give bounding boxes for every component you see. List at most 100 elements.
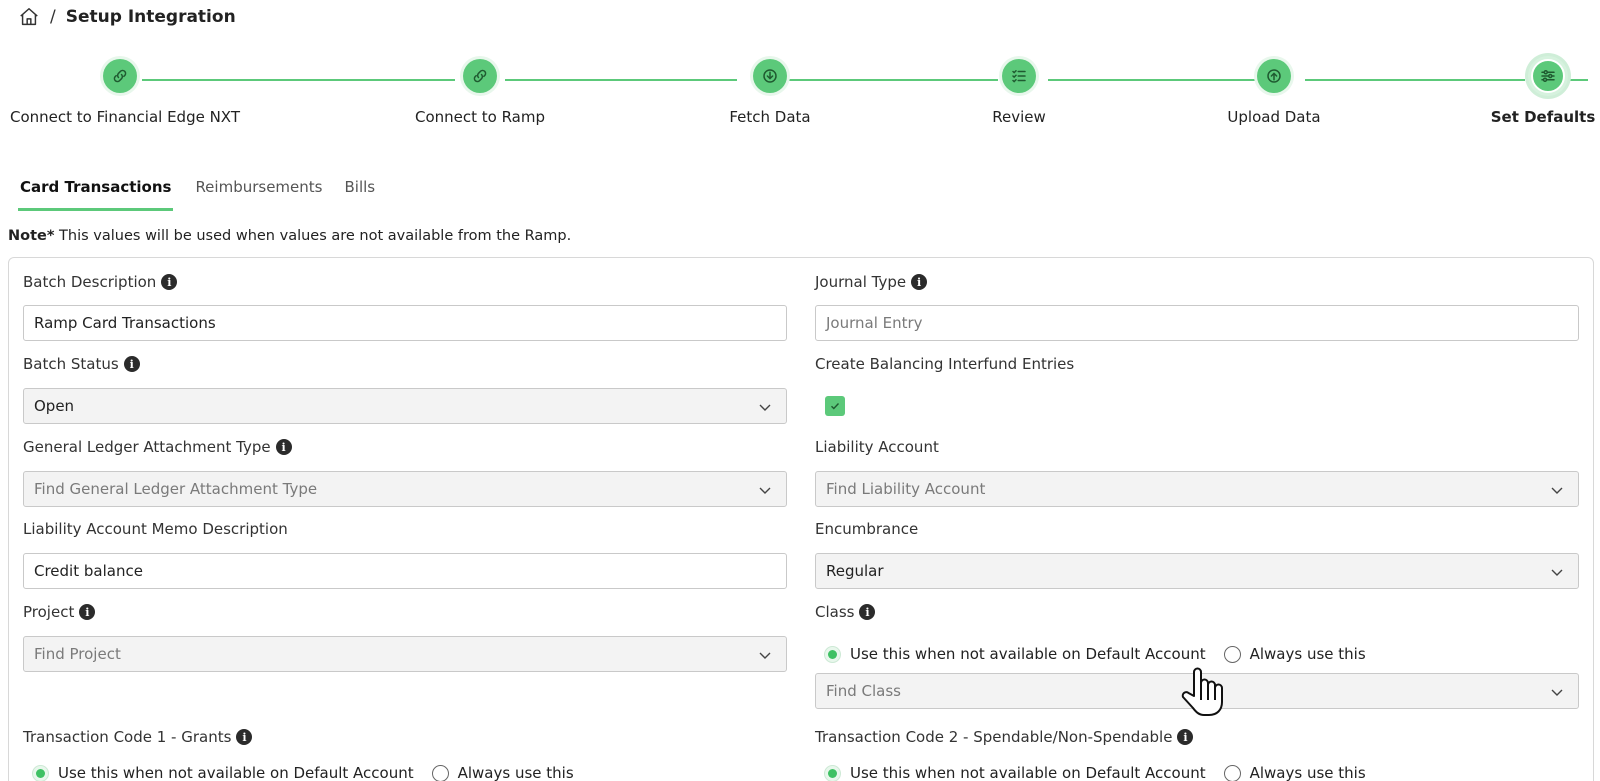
select-placeholder: Find Project bbox=[34, 645, 121, 663]
transaction-code-2-label: Transaction Code 2 - Spendable/Non-Spend… bbox=[815, 728, 1194, 746]
link-icon bbox=[103, 59, 137, 93]
step-upload-data[interactable]: Upload Data bbox=[1164, 56, 1384, 126]
class-label: Class i bbox=[815, 603, 876, 621]
select-placeholder: Find Class bbox=[826, 682, 901, 700]
label-text: Liability Account Memo Description bbox=[23, 520, 288, 538]
step-label: Set Defaults bbox=[1490, 108, 1596, 126]
chevron-down-icon bbox=[759, 487, 771, 494]
encumbrance-select[interactable]: Regular bbox=[815, 553, 1579, 589]
label-text: Encumbrance bbox=[815, 520, 919, 538]
info-icon[interactable]: i bbox=[911, 274, 928, 290]
note-prefix: Note* bbox=[8, 228, 55, 244]
step-label: Upload Data bbox=[1227, 108, 1321, 126]
breadcrumb-separator: / bbox=[50, 7, 56, 27]
transaction-code-2-options: Use this when not available on Default A… bbox=[824, 764, 1366, 781]
radio-label: Always use this bbox=[457, 764, 574, 781]
journal-type-input[interactable]: Journal Entry bbox=[815, 305, 1579, 341]
step-fetch-data[interactable]: Fetch Data bbox=[660, 56, 880, 126]
label-text: Batch Description bbox=[23, 273, 157, 291]
step-review[interactable]: Review bbox=[909, 56, 1129, 126]
radio-default-account[interactable] bbox=[824, 764, 841, 781]
info-icon[interactable]: i bbox=[236, 729, 253, 745]
input-value: Ramp Card Transactions bbox=[34, 314, 216, 332]
step-label: Fetch Data bbox=[729, 108, 811, 126]
label-text: General Ledger Attachment Type bbox=[23, 438, 271, 456]
radio-always-use[interactable] bbox=[431, 764, 449, 781]
project-select[interactable]: Find Project bbox=[23, 636, 787, 672]
download-icon bbox=[753, 59, 787, 93]
select-value: Open bbox=[34, 397, 75, 415]
radio-default-account[interactable] bbox=[824, 645, 841, 663]
step-connect-financial-edge[interactable]: Connect to Financial Edge NXT bbox=[10, 56, 240, 126]
tab-bar: Card Transactions Reimbursements Bills bbox=[18, 178, 375, 211]
info-icon[interactable]: i bbox=[859, 604, 876, 620]
liability-account-select[interactable]: Find Liability Account bbox=[815, 471, 1579, 507]
encumbrance-label: Encumbrance bbox=[815, 520, 918, 538]
create-balancing-checkbox[interactable] bbox=[825, 396, 845, 416]
project-label: Project i bbox=[23, 603, 96, 621]
batch-description-input[interactable]: Ramp Card Transactions bbox=[23, 305, 787, 341]
label-text: Create Balancing Interfund Entries bbox=[815, 355, 1075, 373]
label-text: Transaction Code 2 - Spendable/Non-Spend… bbox=[815, 728, 1173, 746]
transaction-code-1-label: Transaction Code 1 - Grants i bbox=[23, 728, 253, 746]
label-text: Journal Type bbox=[815, 273, 907, 291]
hand-cursor-icon bbox=[1181, 667, 1223, 716]
transaction-code-1-options: Use this when not available on Default A… bbox=[32, 764, 574, 781]
checklist-icon bbox=[1002, 59, 1036, 93]
breadcrumb: / Setup Integration bbox=[18, 5, 236, 29]
batch-description-label: Batch Description i bbox=[23, 273, 178, 291]
info-icon[interactable]: i bbox=[1177, 729, 1194, 745]
create-balancing-label: Create Balancing Interfund Entries bbox=[815, 355, 1074, 373]
home-icon[interactable] bbox=[18, 6, 40, 28]
step-label: Connect to Financial Edge NXT bbox=[10, 108, 240, 126]
radio-label: Use this when not available on Default A… bbox=[58, 764, 414, 781]
liability-memo-label: Liability Account Memo Description bbox=[23, 520, 288, 538]
radio-label: Use this when not available on Default A… bbox=[850, 764, 1206, 781]
step-connect-ramp[interactable]: Connect to Ramp bbox=[370, 56, 590, 126]
note-text: This values will be used when values are… bbox=[54, 228, 572, 244]
label-text: Batch Status bbox=[23, 355, 119, 373]
label-text: Class bbox=[815, 603, 855, 621]
step-set-defaults[interactable]: Set Defaults bbox=[1438, 56, 1600, 126]
page-title: Setup Integration bbox=[65, 7, 236, 27]
label-text: Transaction Code 1 - Grants bbox=[23, 728, 232, 746]
chevron-down-icon bbox=[759, 404, 771, 411]
tab-reimbursements[interactable]: Reimbursements bbox=[195, 178, 322, 211]
checkmark-icon bbox=[831, 403, 840, 410]
select-placeholder: Find Liability Account bbox=[826, 480, 986, 498]
chevron-down-icon bbox=[1551, 487, 1563, 494]
chevron-down-icon bbox=[1551, 689, 1563, 696]
select-placeholder: Find General Ledger Attachment Type bbox=[34, 480, 318, 498]
radio-label: Always use this bbox=[1249, 764, 1366, 781]
step-label: Connect to Ramp bbox=[414, 108, 546, 126]
select-value: Regular bbox=[826, 562, 884, 580]
gl-attachment-type-label: General Ledger Attachment Type i bbox=[23, 438, 292, 456]
progress-stepper: Connect to Financial Edge NXT Connect to… bbox=[0, 56, 1600, 146]
gl-attachment-type-select[interactable]: Find General Ledger Attachment Type bbox=[23, 471, 787, 507]
class-options: Use this when not available on Default A… bbox=[824, 645, 1366, 663]
label-text: Liability Account bbox=[815, 438, 939, 456]
input-value: Credit balance bbox=[34, 562, 143, 580]
tab-card-transactions[interactable]: Card Transactions bbox=[18, 178, 174, 211]
link-icon bbox=[463, 59, 497, 93]
step-label: Review bbox=[992, 108, 1046, 126]
batch-status-select[interactable]: Open bbox=[23, 388, 787, 424]
liability-memo-input[interactable]: Credit balance bbox=[23, 553, 787, 589]
tab-bills[interactable]: Bills bbox=[344, 178, 375, 211]
info-icon[interactable]: i bbox=[79, 604, 96, 620]
radio-always-use[interactable] bbox=[1223, 645, 1241, 663]
radio-always-use[interactable] bbox=[1223, 764, 1241, 781]
info-icon[interactable]: i bbox=[161, 274, 178, 290]
sliders-icon bbox=[1531, 59, 1565, 93]
chevron-down-icon bbox=[759, 652, 771, 659]
upload-icon bbox=[1257, 59, 1291, 93]
info-icon[interactable]: i bbox=[275, 439, 292, 455]
defaults-note: Note* This values will be used when valu… bbox=[8, 228, 571, 244]
batch-status-label: Batch Status i bbox=[23, 355, 140, 373]
radio-default-account[interactable] bbox=[32, 764, 49, 781]
radio-label: Use this when not available on Default A… bbox=[850, 645, 1206, 663]
input-placeholder: Journal Entry bbox=[826, 314, 923, 332]
journal-type-label: Journal Type i bbox=[815, 273, 928, 291]
info-icon[interactable]: i bbox=[123, 356, 140, 372]
liability-account-label: Liability Account bbox=[815, 438, 939, 456]
